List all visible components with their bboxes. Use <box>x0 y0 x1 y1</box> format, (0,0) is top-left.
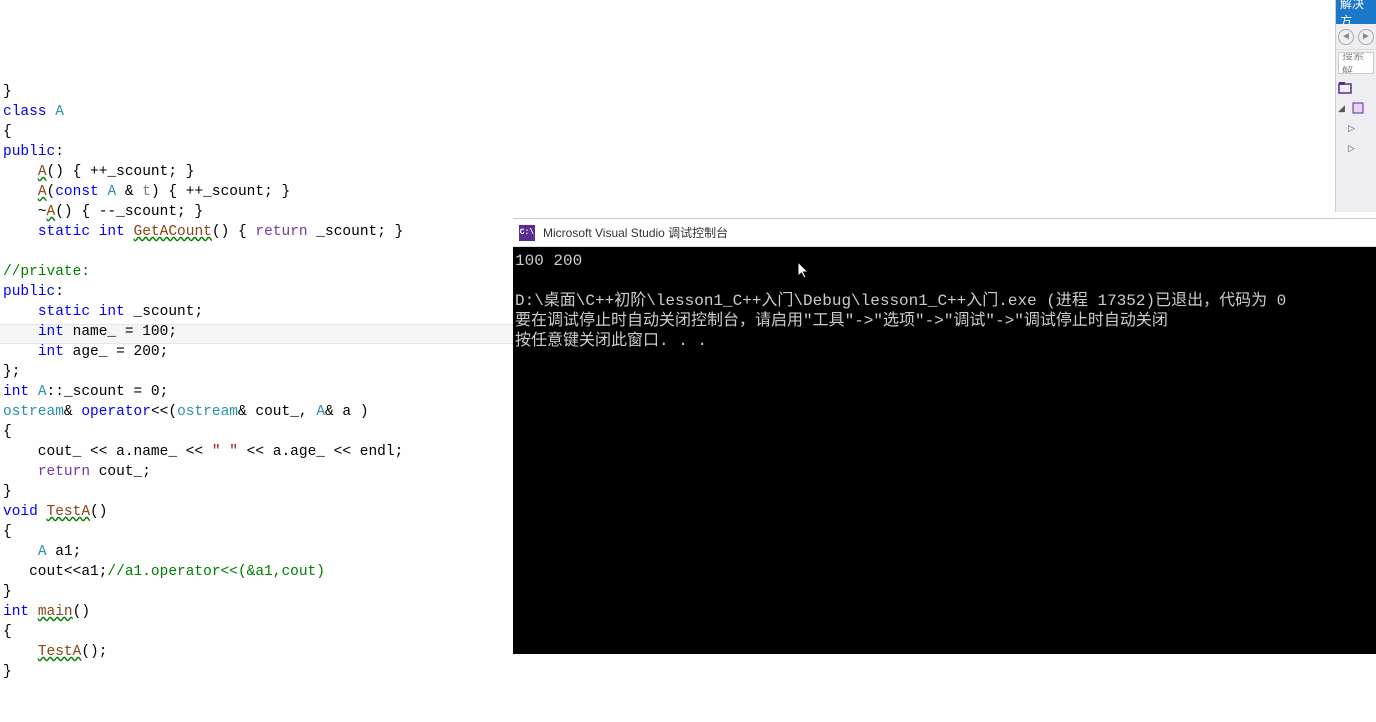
search-placeholder: 搜索解 <box>1342 52 1370 74</box>
method-name: GetACount <box>134 224 212 240</box>
back-button[interactable]: ◄ <box>1338 29 1354 45</box>
solution-icon <box>1338 81 1352 95</box>
panel-title: 解决方 <box>1340 0 1372 24</box>
brace: { <box>3 124 12 140</box>
debug-console-window[interactable]: C:\ Microsoft Visual Studio 调试控制台 100 20… <box>513 218 1376 654</box>
console-output[interactable]: 100 200 D:\桌面\C++初阶\lesson1_C++入门\Debug\… <box>513 247 1376 654</box>
expander-icon[interactable]: ◢ <box>1338 103 1348 114</box>
output-line: 按任意键关闭此窗口. . . <box>515 332 707 350</box>
project-icon <box>1351 101 1365 115</box>
vs-logo-icon: C:\ <box>519 225 535 241</box>
panel-header[interactable]: 解决方 <box>1336 0 1376 24</box>
function-name: TestA <box>47 504 91 520</box>
copy-constructor: A <box>38 184 47 200</box>
forward-button[interactable]: ► <box>1358 29 1374 45</box>
search-input[interactable]: 搜索解 <box>1338 52 1374 74</box>
tree-row-solution[interactable] <box>1336 78 1376 98</box>
solution-tree[interactable]: ◢ ▷ ▷ <box>1336 76 1376 160</box>
tree-row-item[interactable]: ▷ <box>1336 118 1376 138</box>
expander-icon[interactable]: ▷ <box>1348 143 1358 154</box>
comment: //private: <box>3 264 90 280</box>
main-function: main <box>38 604 73 620</box>
tree-row-item[interactable]: ▷ <box>1336 138 1376 158</box>
keyword-public: public <box>3 284 55 300</box>
destructor: A <box>47 204 56 220</box>
expander-icon[interactable]: ▷ <box>1348 123 1358 134</box>
console-title-text: Microsoft Visual Studio 调试控制台 <box>543 224 728 241</box>
keyword-public: public <box>3 144 55 160</box>
comment: //a1.operator<<(&a1,cout) <box>107 564 325 580</box>
keyword-class: class <box>3 104 47 120</box>
solution-explorer-panel[interactable]: 解决方 ◄ ► 搜索解 ◢ ▷ ▷ <box>1335 0 1376 212</box>
console-titlebar[interactable]: C:\ Microsoft Visual Studio 调试控制台 <box>513 219 1376 247</box>
tree-row-project[interactable]: ◢ <box>1336 98 1376 118</box>
output-line: D:\桌面\C++初阶\lesson1_C++入门\Debug\lesson1_… <box>515 292 1286 310</box>
output-line: 100 200 <box>515 252 582 270</box>
output-line: 要在调试停止时自动关闭控制台，请启用"工具"->"选项"->"调试"->"调试停… <box>515 312 1168 330</box>
type-name: A <box>47 104 64 120</box>
panel-toolbar: ◄ ► <box>1336 24 1376 50</box>
code-text: } <box>3 84 12 100</box>
constructor: A <box>38 164 47 180</box>
